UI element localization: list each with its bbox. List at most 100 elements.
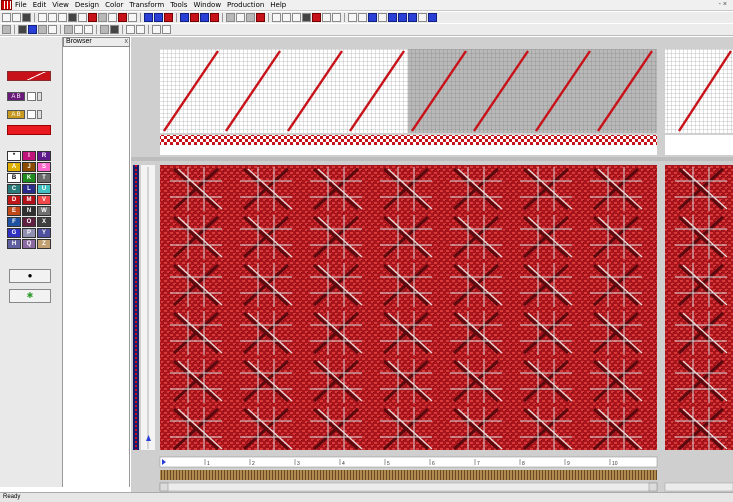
weft-color-column[interactable]: [133, 165, 139, 450]
color-view-icon[interactable]: [28, 25, 37, 34]
color-swatch-r[interactable]: R: [37, 151, 51, 161]
shift-up-icon[interactable]: [180, 13, 189, 22]
save-icon[interactable]: [22, 13, 31, 22]
grid-select-icon[interactable]: [282, 13, 291, 22]
color-swatch-t[interactable]: T: [37, 173, 51, 183]
color-swatch-s[interactable]: S: [37, 162, 51, 172]
pattern-icon[interactable]: [226, 13, 235, 22]
menu-window[interactable]: Window: [190, 0, 224, 10]
step-back-icon[interactable]: [164, 13, 173, 22]
right-scroll-track[interactable]: [664, 482, 733, 492]
color-swatch-v[interactable]: V: [37, 195, 51, 205]
color-swatch-g[interactable]: G: [7, 228, 21, 238]
color-swatch-k[interactable]: K: [22, 173, 36, 183]
draw-line-icon[interactable]: [348, 13, 357, 22]
menu-view[interactable]: View: [49, 0, 72, 10]
palette-tool-button[interactable]: ✱: [9, 289, 51, 303]
mirror-icon[interactable]: [200, 13, 209, 22]
arrow-left-icon[interactable]: [128, 13, 137, 22]
weave-icon[interactable]: [88, 13, 97, 22]
color-swatch-u[interactable]: U: [37, 184, 51, 194]
close-design-icon[interactable]: [118, 13, 127, 22]
warp-hatch-bar[interactable]: [160, 470, 657, 480]
zoom-out-icon[interactable]: [110, 25, 119, 34]
menu-production[interactable]: Production: [224, 0, 267, 10]
color-swatch-p[interactable]: P: [22, 228, 36, 238]
design-canvas[interactable]: 1 2 3 4 5 6 7 8 9 10: [131, 37, 733, 492]
horizontal-scrollbar[interactable]: [159, 482, 658, 492]
color-b-spinner[interactable]: [37, 110, 42, 119]
line-tool-icon[interactable]: [292, 13, 301, 22]
center-icon[interactable]: [428, 13, 437, 22]
color-swatch-j[interactable]: J: [22, 162, 36, 172]
flip-icon[interactable]: [378, 13, 387, 22]
color-swatch-i[interactable]: I: [22, 151, 36, 161]
color-swatch-y[interactable]: Y: [37, 228, 51, 238]
pencil-icon[interactable]: [302, 13, 311, 22]
color-a-value-field[interactable]: [27, 92, 36, 101]
move-icon[interactable]: [408, 13, 417, 22]
color-b-button[interactable]: A B: [7, 110, 25, 119]
color-swatch-b[interactable]: B: [7, 173, 21, 183]
loom-icon[interactable]: [108, 13, 117, 22]
color-swatch-w[interactable]: W: [37, 206, 51, 216]
rect-select-icon[interactable]: [272, 13, 281, 22]
color-swatch-o[interactable]: O: [22, 217, 36, 227]
scroll-left-button[interactable]: [159, 482, 169, 492]
tieup-icon[interactable]: [64, 25, 73, 34]
help-icon[interactable]: [78, 13, 87, 22]
draft-icon[interactable]: [162, 25, 171, 34]
color-swatch-e[interactable]: E: [7, 206, 21, 216]
fast-forward-icon[interactable]: [418, 13, 427, 22]
wave-icon[interactable]: [256, 13, 265, 22]
liftplan-icon[interactable]: [84, 25, 93, 34]
menu-transform[interactable]: Transform: [126, 0, 167, 10]
cut-icon[interactable]: [38, 13, 47, 22]
cloth-view-icon[interactable]: [38, 25, 47, 34]
browser-close-button[interactable]: x: [125, 38, 129, 46]
browser-pane[interactable]: [63, 47, 130, 487]
print-icon[interactable]: [68, 13, 77, 22]
menu-design[interactable]: Design: [72, 0, 102, 10]
color-swatch-d[interactable]: D: [7, 195, 21, 205]
view-mode-icon[interactable]: [2, 25, 11, 34]
delete-icon[interactable]: [398, 13, 407, 22]
color-swatch-star[interactable]: *: [7, 151, 21, 161]
warp-color-strip[interactable]: [160, 135, 657, 145]
color-swatch-n[interactable]: N: [22, 206, 36, 216]
copy-icon[interactable]: [48, 13, 57, 22]
repeat-icon[interactable]: [236, 13, 245, 22]
grid-icon[interactable]: [98, 13, 107, 22]
float-icon[interactable]: [152, 25, 161, 34]
menu-color[interactable]: Color: [102, 0, 126, 10]
rotate-icon[interactable]: [368, 13, 377, 22]
menu-tools[interactable]: Tools: [167, 0, 190, 10]
color-swatch-h[interactable]: H: [7, 239, 21, 249]
open-file-icon[interactable]: [12, 13, 21, 22]
zoom-in-icon[interactable]: [100, 25, 109, 34]
grid-toggle-icon[interactable]: [126, 25, 135, 34]
color-swatch-q[interactable]: Q: [22, 239, 36, 249]
menu-help[interactable]: Help: [267, 0, 289, 10]
draw-diagonal-icon[interactable]: [358, 13, 367, 22]
cloth-view[interactable]: [160, 165, 657, 450]
zoom-icon[interactable]: [246, 13, 255, 22]
scroll-right-button[interactable]: [648, 482, 658, 492]
color-swatch-x[interactable]: X: [37, 217, 51, 227]
color-swatch-m[interactable]: M: [22, 195, 36, 205]
layout-icon[interactable]: [18, 25, 27, 34]
color-a-b-button[interactable]: A B: [7, 92, 25, 101]
color-b-value-field[interactable]: [27, 110, 36, 119]
fill-icon[interactable]: [210, 13, 219, 22]
weft-color-swatch[interactable]: [7, 125, 51, 135]
bobbin-tool-button[interactable]: ●: [9, 269, 51, 283]
step-forward-icon[interactable]: [154, 13, 163, 22]
color-swatch-l[interactable]: L: [22, 184, 36, 194]
shift-down-icon[interactable]: [190, 13, 199, 22]
menu-edit[interactable]: Edit: [30, 0, 50, 10]
play-icon[interactable]: [144, 13, 153, 22]
eraser-icon[interactable]: [322, 13, 331, 22]
ruler-toggle-icon[interactable]: [136, 25, 145, 34]
color-swatch-z[interactable]: Z: [37, 239, 51, 249]
warp-color-swatch[interactable]: [7, 71, 51, 81]
